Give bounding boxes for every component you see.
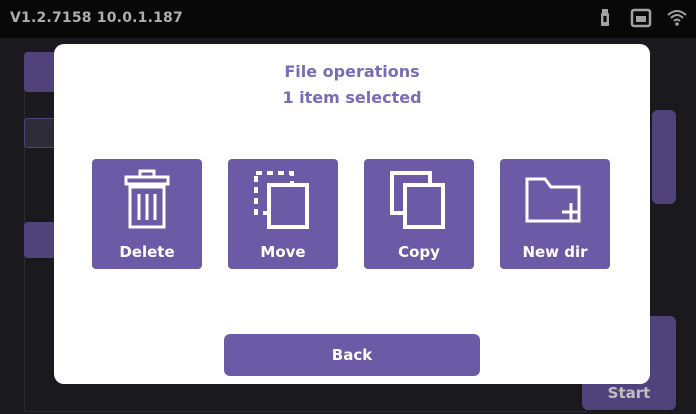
delete-label: Delete <box>119 243 175 261</box>
file-operations-dialog: File operations 1 item selected Delete M… <box>54 44 650 384</box>
move-icon <box>228 167 338 233</box>
dialog-subtitle: 1 item selected <box>282 88 422 107</box>
copy-label: Copy <box>398 243 440 261</box>
copy-icon <box>364 167 474 233</box>
move-label: Move <box>260 243 306 261</box>
copy-button[interactable]: Copy <box>364 159 474 269</box>
new-folder-icon <box>500 167 610 233</box>
new-dir-button[interactable]: New dir <box>500 159 610 269</box>
back-label: Back <box>331 346 373 364</box>
delete-button[interactable]: Delete <box>92 159 202 269</box>
back-button[interactable]: Back <box>224 334 480 376</box>
new-dir-label: New dir <box>522 243 588 261</box>
move-button[interactable]: Move <box>228 159 338 269</box>
dialog-title: File operations <box>284 62 420 81</box>
trash-icon <box>92 167 202 233</box>
operations-row: Delete Move Copy New dir <box>92 159 610 269</box>
